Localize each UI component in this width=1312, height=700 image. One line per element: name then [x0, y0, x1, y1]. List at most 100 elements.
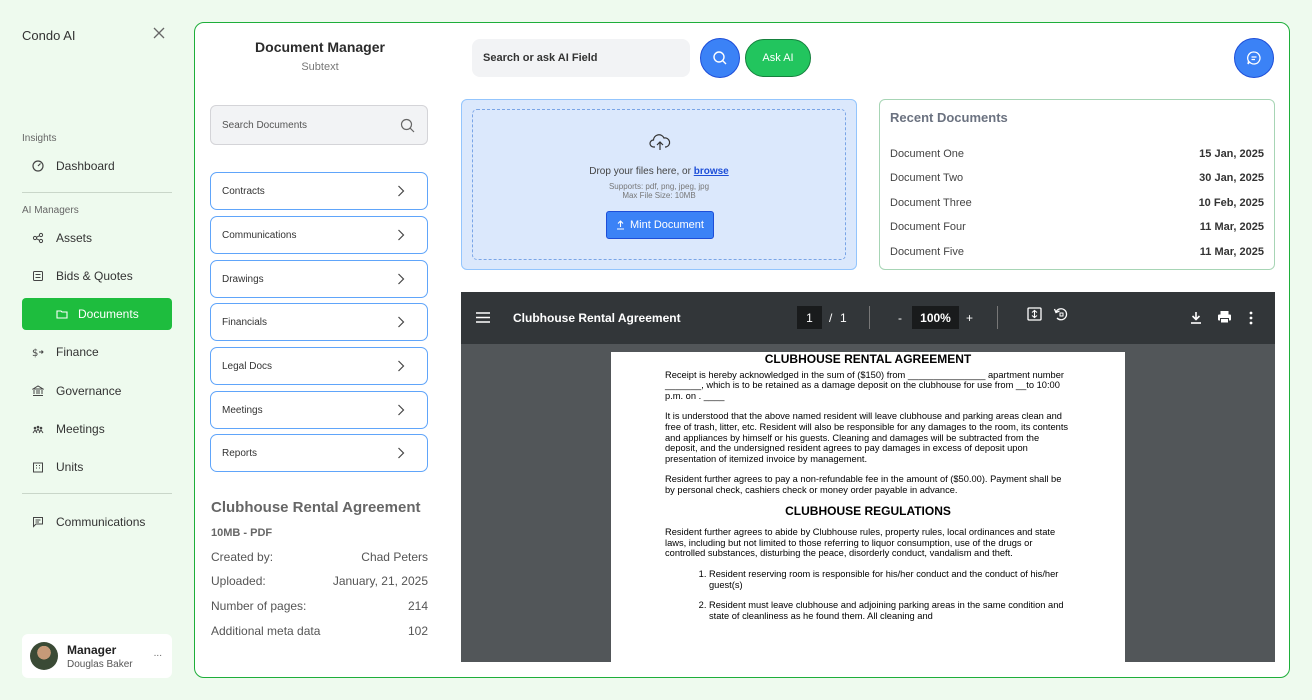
rotate-icon[interactable] [1053, 306, 1069, 322]
recent-document-row[interactable]: Document One 15 Jan, 2025 [890, 148, 1264, 160]
insights-label: Insights [22, 133, 57, 144]
toolbar-divider [869, 306, 870, 329]
mint-document-button[interactable]: Mint Document [606, 211, 714, 239]
message-icon [33, 517, 43, 528]
document-search-input[interactable]: Search Documents [210, 105, 428, 145]
document-paragraph: Receipt is hereby acknowledged in the su… [665, 369, 1064, 401]
toolbar-divider [997, 306, 998, 329]
pdf-viewer[interactable]: Clubhouse Rental Agreement 1 / 1 - 100% … [461, 292, 1275, 662]
sidebar-item-label: Meetings [56, 422, 105, 436]
recent-document-name: Document One [890, 148, 964, 160]
document-paragraph: Resident further agrees to pay a non-ref… [665, 474, 1062, 495]
user-name: Douglas Baker [67, 658, 133, 670]
recent-document-row[interactable]: Document Three 10 Feb, 2025 [890, 197, 1264, 209]
document-meta-subtitle: 10MB - PDF [211, 527, 273, 539]
category-label: Financials [222, 316, 268, 328]
dashboard-icon [32, 160, 44, 172]
more-icon[interactable]: ... [154, 648, 162, 659]
building-icon [33, 462, 43, 473]
menu-icon[interactable] [476, 312, 490, 323]
drop-text: Drop your files here, or browse [473, 166, 845, 177]
browse-link[interactable]: browse [694, 166, 729, 177]
category-contracts[interactable]: Contracts [210, 172, 428, 210]
document-meta-title: Clubhouse Rental Agreement [211, 499, 421, 516]
sidebar-item-label: Communications [56, 515, 146, 529]
category-label: Drawings [222, 273, 264, 285]
supported-formats: Supports: pdf, png, jpeg, jpg Max File S… [473, 182, 845, 200]
page-separator: / [829, 311, 833, 325]
recent-document-date: 11 Mar, 2025 [1199, 246, 1264, 258]
category-label: Reports [222, 447, 258, 459]
avatar [30, 642, 58, 670]
sidebar-item-label: Documents [78, 307, 139, 321]
upload-dropzone[interactable]: Drop your files here, or browse Supports… [461, 99, 857, 270]
category-financials[interactable]: Financials [210, 303, 428, 341]
more-vertical-icon[interactable] [1249, 311, 1253, 325]
print-icon[interactable] [1217, 310, 1232, 324]
recent-document-row[interactable]: Document Five 11 Mar, 2025 [890, 246, 1264, 258]
document-search-placeholder: Search Documents [222, 119, 308, 131]
category-drawings[interactable]: Drawings [210, 260, 428, 298]
category-label: Contracts [222, 185, 265, 197]
recent-document-name: Document Three [890, 197, 972, 209]
sidebar-item-governance[interactable]: Governance [22, 375, 172, 407]
category-reports[interactable]: Reports [210, 434, 428, 472]
divider [22, 493, 172, 494]
category-meetings[interactable]: Meetings [210, 391, 428, 429]
supports-text: Supports: pdf, png, jpeg, jpg [608, 182, 710, 191]
search-button[interactable] [700, 38, 740, 78]
fit-page-icon[interactable] [1027, 307, 1042, 322]
sidebar-item-documents[interactable]: Documents [22, 298, 172, 330]
document-rules-list: Resident reserving room is responsible f… [665, 569, 1071, 621]
zoom-out-button[interactable]: - [898, 311, 902, 325]
recent-document-date: 11 Mar, 2025 [1199, 221, 1264, 233]
search-icon [713, 51, 727, 65]
sidebar-item-label: Assets [56, 231, 93, 245]
category-communications[interactable]: Communications [210, 216, 428, 254]
page-number-input[interactable]: 1 [797, 306, 822, 329]
category-label: Meetings [222, 404, 263, 416]
sidebar-item-communications[interactable]: Communications [22, 506, 172, 538]
recent-document-row[interactable]: Document Four 11 Mar, 2025 [890, 221, 1264, 233]
list-icon [33, 271, 43, 281]
sidebar-item-finance[interactable]: $ Finance [22, 336, 172, 368]
page-title: Document Manager [255, 39, 385, 55]
share-icon [32, 232, 44, 244]
document-rule: Resident reserving room is responsible f… [709, 569, 1071, 590]
meta-label: Created by: [211, 550, 274, 564]
document-subheading: CLUBHOUSE REGULATIONS [785, 503, 951, 518]
user-card[interactable]: Manager Douglas Baker ... [22, 634, 172, 678]
people-icon [32, 425, 44, 434]
download-icon[interactable] [1190, 311, 1202, 324]
zoom-input[interactable]: 100% [912, 306, 959, 329]
page-total: 1 [840, 311, 847, 325]
sidebar-item-units[interactable]: Units [22, 451, 172, 483]
sidebar-item-assets[interactable]: Assets [22, 222, 172, 254]
chat-button[interactable] [1234, 38, 1274, 78]
recent-document-row[interactable]: Document Two 30 Jan, 2025 [890, 172, 1264, 184]
chevron-right-icon [398, 185, 405, 197]
document-rule: Resident must leave clubhouse and adjoin… [709, 600, 1071, 621]
category-legal-docs[interactable]: Legal Docs [210, 347, 428, 385]
ask-ai-button[interactable]: Ask AI [745, 39, 811, 77]
ai-search-input[interactable]: Search or ask AI Field [472, 39, 690, 77]
upload-dropzone-inner[interactable]: Drop your files here, or browse Supports… [472, 109, 846, 260]
sidebar-item-label: Governance [56, 384, 122, 398]
zoom-in-button[interactable]: + [966, 311, 973, 325]
pdf-title: Clubhouse Rental Agreement [513, 311, 681, 325]
meta-label: Number of pages: [211, 599, 307, 613]
sidebar-item-meetings[interactable]: Meetings [22, 413, 172, 445]
recent-document-name: Document Five [890, 246, 964, 258]
main-panel: Document Manager Subtext Search or ask A… [194, 22, 1290, 678]
recent-documents-title: Recent Documents [890, 110, 1008, 125]
pdf-toolbar: Clubhouse Rental Agreement 1 / 1 - 100% … [461, 292, 1275, 344]
mint-document-label: Mint Document [630, 219, 704, 231]
chevron-right-icon [398, 316, 405, 328]
sidebar-item-dashboard[interactable]: Dashboard [22, 150, 172, 182]
document-paragraph: Resident further agrees to abide by Club… [665, 527, 1056, 559]
finance-icon: $ [32, 348, 44, 358]
sidebar-item-bids-quotes[interactable]: Bids & Quotes [22, 260, 172, 292]
close-icon[interactable] [152, 26, 166, 40]
drop-label: Drop your files here, or [589, 166, 691, 177]
recent-document-date: 15 Jan, 2025 [1199, 148, 1264, 160]
